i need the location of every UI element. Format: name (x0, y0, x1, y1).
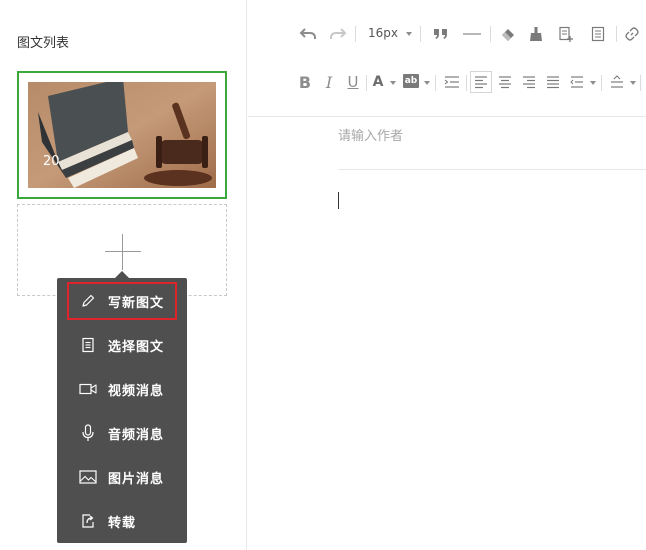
font-color-icon[interactable]: A (370, 73, 386, 91)
toolbar-divider (616, 26, 617, 42)
chevron-down-icon (390, 81, 396, 85)
chevron-down-icon (424, 81, 430, 85)
horizontal-rule-icon[interactable] (462, 25, 482, 43)
editor-toolbar: 16px B I U A ab (248, 0, 646, 117)
menu-pointer (115, 271, 129, 278)
chevron-down-icon (406, 32, 412, 36)
align-left-icon[interactable] (470, 71, 492, 93)
highlight-color-icon[interactable]: ab (403, 74, 419, 88)
bold-icon[interactable]: B (296, 73, 314, 92)
menu-item-audio-message[interactable]: 音频消息 (67, 414, 177, 452)
font-size-select[interactable]: 16px (368, 26, 398, 40)
toolbar-divider (601, 75, 602, 91)
image-icon (79, 468, 97, 486)
chevron-down-icon (630, 81, 636, 85)
toolbar-divider (366, 75, 367, 91)
undo-icon[interactable] (298, 25, 318, 43)
article-thumbnail: 20 (28, 82, 216, 188)
underline-icon[interactable]: U (344, 73, 362, 91)
toolbar-divider (490, 26, 491, 42)
align-right-icon[interactable] (520, 73, 538, 91)
toolbar-divider (435, 75, 436, 91)
article-editor: 16px B I U A ab (248, 0, 646, 550)
author-input[interactable] (338, 122, 646, 170)
link-icon[interactable] (622, 24, 642, 44)
line-indent-icon[interactable] (568, 73, 586, 91)
article-read-count: 20 (43, 154, 60, 169)
add-content-menu: 写新图文 选择图文 视频消息 音频消息 图片消息 转载 (57, 278, 187, 543)
video-camera-icon (79, 380, 97, 398)
share-icon (79, 512, 97, 530)
menu-item-repost[interactable]: 转载 (67, 502, 177, 540)
plus-icon (105, 251, 141, 252)
chevron-down-icon (590, 81, 596, 85)
article-card[interactable]: 20 (17, 71, 227, 199)
menu-item-select-article[interactable]: 选择图文 (67, 326, 177, 364)
toolbar-divider (466, 75, 467, 91)
document-icon[interactable] (588, 24, 608, 44)
toolbar-divider (355, 26, 356, 42)
eraser-icon[interactable] (498, 24, 518, 44)
article-list-title: 图文列表 (17, 36, 70, 51)
menu-item-new-article[interactable]: 写新图文 (67, 282, 177, 320)
microphone-icon (79, 424, 97, 442)
pencil-icon (79, 292, 97, 310)
editor-text-cursor (338, 192, 339, 209)
insert-template-icon[interactable] (556, 24, 576, 44)
quote-icon[interactable] (432, 25, 450, 43)
italic-icon[interactable]: I (320, 73, 338, 92)
format-brush-icon[interactable] (526, 24, 546, 44)
redo-icon[interactable] (328, 25, 348, 43)
plus-icon-vertical (122, 234, 123, 270)
menu-item-image-message[interactable]: 图片消息 (67, 458, 177, 496)
indent-icon[interactable] (442, 73, 462, 91)
align-justify-icon[interactable] (544, 73, 562, 91)
align-center-icon[interactable] (496, 73, 514, 91)
line-height-icon[interactable] (608, 73, 626, 91)
toolbar-divider (640, 75, 641, 91)
document-icon (79, 336, 97, 354)
toolbar-divider (420, 26, 421, 42)
menu-item-video-message[interactable]: 视频消息 (67, 370, 177, 408)
